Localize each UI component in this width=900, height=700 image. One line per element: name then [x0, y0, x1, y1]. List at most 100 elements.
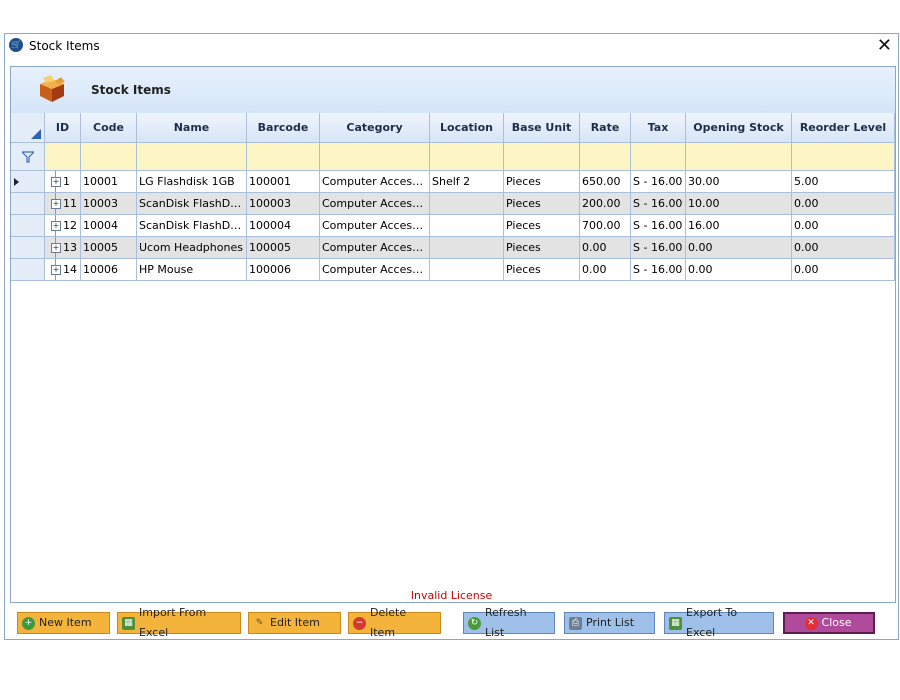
- close-button[interactable]: ✕ Close: [783, 612, 875, 634]
- filter-cell-name[interactable]: [137, 143, 247, 171]
- cell-name[interactable]: Ucom Headphones: [137, 237, 247, 259]
- cell-category[interactable]: Computer Accesso...: [320, 259, 430, 281]
- cell-base-unit[interactable]: Pieces: [504, 215, 580, 237]
- cell-base-unit[interactable]: Pieces: [504, 193, 580, 215]
- cell-id[interactable]: +13: [45, 237, 81, 259]
- cell-location[interactable]: Shelf 2: [430, 171, 504, 193]
- cell-tax[interactable]: S - 16.00: [631, 215, 686, 237]
- column-header-category[interactable]: Category: [320, 113, 430, 143]
- cell-reorder-level[interactable]: 5.00: [792, 171, 895, 193]
- column-header-tax[interactable]: Tax: [631, 113, 686, 143]
- cell-opening-stock[interactable]: 16.00: [686, 215, 792, 237]
- filter-cell-reorder-level[interactable]: [792, 143, 895, 171]
- export-to-excel-button[interactable]: ▦ Export To Excel: [664, 606, 774, 639]
- cell-location[interactable]: [430, 215, 504, 237]
- close-window-button[interactable]: ✕: [877, 35, 892, 56]
- column-header-reorder-level[interactable]: Reorder Level: [792, 113, 895, 143]
- column-header-opening-stock[interactable]: Opening Stock: [686, 113, 792, 143]
- filter-cell-id[interactable]: [45, 143, 81, 171]
- edit-item-button[interactable]: ✎ Edit Item: [248, 612, 341, 634]
- print-list-button[interactable]: ⎙ Print List: [564, 612, 655, 634]
- cell-base-unit[interactable]: Pieces: [504, 259, 580, 281]
- cell-reorder-level[interactable]: 0.00: [792, 237, 895, 259]
- cell-code[interactable]: 10001: [81, 171, 137, 193]
- cell-category[interactable]: Computer Accesso...: [320, 171, 430, 193]
- cell-barcode[interactable]: 100005: [247, 237, 320, 259]
- column-header-barcode[interactable]: Barcode: [247, 113, 320, 143]
- cell-barcode[interactable]: 100006: [247, 259, 320, 281]
- cell-name[interactable]: ScanDisk FlashDisk...: [137, 215, 247, 237]
- cell-rate[interactable]: 700.00: [580, 215, 631, 237]
- cell-name[interactable]: HP Mouse: [137, 259, 247, 281]
- row-selector[interactable]: [11, 237, 45, 259]
- cell-opening-stock[interactable]: 10.00: [686, 193, 792, 215]
- refresh-list-button[interactable]: ↻ Refresh List: [463, 606, 555, 639]
- cell-category[interactable]: Computer Accesso...: [320, 215, 430, 237]
- column-header-id[interactable]: ID: [45, 113, 81, 143]
- cell-category[interactable]: Computer Accesso...: [320, 193, 430, 215]
- filter-cell-rate[interactable]: [580, 143, 631, 171]
- cell-base-unit[interactable]: Pieces: [504, 171, 580, 193]
- cell-code[interactable]: 10005: [81, 237, 137, 259]
- cell-id[interactable]: +11: [45, 193, 81, 215]
- column-header-code[interactable]: Code: [81, 113, 137, 143]
- cell-location[interactable]: [430, 237, 504, 259]
- column-header-base-unit[interactable]: Base Unit: [504, 113, 580, 143]
- new-item-button[interactable]: + New Item: [17, 612, 110, 634]
- cell-barcode[interactable]: 100003: [247, 193, 320, 215]
- filter-cell-category[interactable]: [320, 143, 430, 171]
- filter-cell-base-unit[interactable]: [504, 143, 580, 171]
- funnel-icon[interactable]: [22, 151, 34, 163]
- column-header-rate[interactable]: Rate: [580, 113, 631, 143]
- expand-icon[interactable]: +: [51, 199, 61, 209]
- table-row[interactable]: +1 10001 LG Flashdisk 1GB 100001 Compute…: [11, 171, 895, 193]
- cell-reorder-level[interactable]: 0.00: [792, 215, 895, 237]
- row-selector[interactable]: [11, 193, 45, 215]
- expand-icon[interactable]: +: [51, 243, 61, 253]
- cell-barcode[interactable]: 100004: [247, 215, 320, 237]
- cell-code[interactable]: 10003: [81, 193, 137, 215]
- cell-tax[interactable]: S - 16.00: [631, 259, 686, 281]
- cell-rate[interactable]: 200.00: [580, 193, 631, 215]
- table-row[interactable]: +14 10006 HP Mouse 100006 Computer Acces…: [11, 259, 895, 281]
- expand-icon[interactable]: +: [51, 177, 61, 187]
- cell-category[interactable]: Computer Accesso...: [320, 237, 430, 259]
- select-all-corner[interactable]: [11, 113, 45, 143]
- cell-code[interactable]: 10004: [81, 215, 137, 237]
- cell-id[interactable]: +12: [45, 215, 81, 237]
- cell-opening-stock[interactable]: 30.00: [686, 171, 792, 193]
- table-row[interactable]: +11 10003 ScanDisk FlashDisk... 100003 C…: [11, 193, 895, 215]
- cell-reorder-level[interactable]: 0.00: [792, 259, 895, 281]
- cell-location[interactable]: [430, 259, 504, 281]
- filter-cell-opening-stock[interactable]: [686, 143, 792, 171]
- cell-barcode[interactable]: 100001: [247, 171, 320, 193]
- filter-cell-tax[interactable]: [631, 143, 686, 171]
- cell-rate[interactable]: 0.00: [580, 259, 631, 281]
- import-from-excel-button[interactable]: ▦ Import From Excel: [117, 606, 241, 639]
- cell-tax[interactable]: S - 16.00: [631, 237, 686, 259]
- filter-cell-location[interactable]: [430, 143, 504, 171]
- filter-cell-barcode[interactable]: [247, 143, 320, 171]
- cell-id[interactable]: +14: [45, 259, 81, 281]
- delete-item-button[interactable]: − Delete Item: [348, 606, 441, 639]
- cell-id[interactable]: +1: [45, 171, 81, 193]
- cell-name[interactable]: ScanDisk FlashDisk...: [137, 193, 247, 215]
- row-selector[interactable]: [11, 215, 45, 237]
- row-selector[interactable]: [11, 259, 45, 281]
- cell-location[interactable]: [430, 193, 504, 215]
- cell-tax[interactable]: S - 16.00: [631, 193, 686, 215]
- cell-name[interactable]: LG Flashdisk 1GB: [137, 171, 247, 193]
- column-header-name[interactable]: Name: [137, 113, 247, 143]
- cell-reorder-level[interactable]: 0.00: [792, 193, 895, 215]
- cell-base-unit[interactable]: Pieces: [504, 237, 580, 259]
- cell-code[interactable]: 10006: [81, 259, 137, 281]
- row-selector[interactable]: [11, 171, 45, 193]
- filter-row-selector[interactable]: [11, 143, 45, 171]
- cell-opening-stock[interactable]: 0.00: [686, 237, 792, 259]
- table-row[interactable]: +12 10004 ScanDisk FlashDisk... 100004 C…: [11, 215, 895, 237]
- filter-cell-code[interactable]: [81, 143, 137, 171]
- expand-icon[interactable]: +: [51, 265, 61, 275]
- cell-tax[interactable]: S - 16.00: [631, 171, 686, 193]
- cell-opening-stock[interactable]: 0.00: [686, 259, 792, 281]
- table-row[interactable]: +13 10005 Ucom Headphones 100005 Compute…: [11, 237, 895, 259]
